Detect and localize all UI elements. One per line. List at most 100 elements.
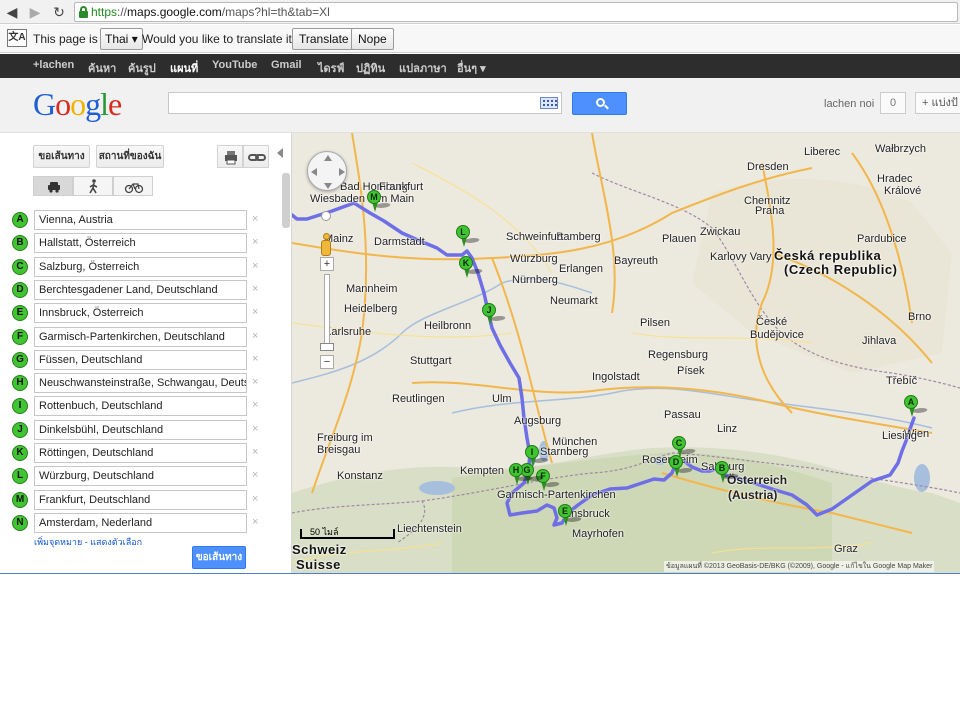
driving-mode-button[interactable] (33, 176, 73, 196)
gbar-item-drive[interactable]: ไดรฟ์ (318, 59, 344, 77)
share-button[interactable]: + แบ่งปั (915, 92, 960, 114)
waypoint-marker-icon[interactable]: E (12, 305, 28, 322)
gbar-item-youtube[interactable]: YouTube (212, 59, 257, 71)
map-canvas[interactable]: Wałbrzych Dresden Liberec Chemnitz Zwickau Pl… (292, 133, 960, 574)
waypoint-marker-icon[interactable]: N (12, 514, 28, 531)
gbar-item-more[interactable]: อื่นๆ ▾ (457, 59, 486, 77)
pegman-icon[interactable] (320, 233, 332, 257)
waypoint-marker-icon[interactable]: K (12, 445, 28, 461)
pan-down-icon[interactable] (324, 183, 332, 189)
waypoint-marker-icon[interactable]: D (12, 281, 28, 298)
get-directions-button[interactable]: ขอเส้นทาง (192, 546, 246, 569)
route-marker-i[interactable]: I (525, 445, 551, 467)
remove-waypoint-icon[interactable]: × (252, 423, 258, 435)
remove-waypoint-icon[interactable]: × (252, 306, 258, 318)
waypoint-marker-icon[interactable]: A (12, 212, 28, 228)
pan-up-icon[interactable] (324, 155, 332, 161)
waypoint-marker-icon[interactable]: L (12, 468, 28, 485)
waypoint-input[interactable]: Dinkelsbühl, Deutschland (34, 419, 247, 440)
remove-waypoint-icon[interactable]: × (252, 376, 258, 388)
remove-waypoint-icon[interactable]: × (252, 446, 258, 458)
tab-my-places[interactable]: สถานที่ของฉัน (96, 145, 164, 168)
route-marker-h[interactable]: H (509, 463, 535, 485)
google-logo[interactable]: Google (33, 86, 122, 123)
waypoint-input[interactable]: Hallstatt, Österreich (34, 233, 247, 254)
waypoint-marker-icon[interactable]: M (12, 491, 28, 508)
waypoint-input[interactable]: Röttingen, Deutschland (34, 443, 247, 463)
reload-icon[interactable]: ↻ (50, 3, 68, 21)
gbar-item-search[interactable]: ค้นหา (88, 59, 116, 77)
remove-waypoint-icon[interactable]: × (252, 469, 258, 481)
forward-arrow-icon[interactable]: ▶ (26, 3, 44, 21)
maps-search-input[interactable] (168, 92, 562, 114)
cycling-mode-button[interactable] (113, 176, 153, 196)
waypoint-input[interactable]: Vienna, Austria (34, 210, 247, 230)
waypoint-input[interactable]: Neuschwansteinstraße, Schwangau, Deutsch… (34, 373, 247, 394)
remove-waypoint-icon[interactable]: × (252, 283, 258, 295)
link-button[interactable] (243, 145, 269, 168)
waypoint-input[interactable]: Füssen, Deutschland (34, 349, 247, 370)
waypoint-input[interactable]: Innsbruck, Österreich (34, 303, 247, 324)
waypoint-marker-icon[interactable]: F (12, 328, 28, 345)
waypoint-marker-icon[interactable]: C (12, 258, 28, 275)
waypoint-marker-icon[interactable]: H (12, 375, 28, 392)
add-destination-link[interactable]: เพิ่มจุดหมาย - แสดงตัวเลือก (34, 535, 142, 549)
remove-waypoint-icon[interactable]: × (252, 236, 258, 248)
back-arrow-icon[interactable]: ◀ (3, 3, 21, 21)
waypoint-marker-icon[interactable]: B (12, 235, 28, 252)
route-marker-a[interactable]: A (904, 395, 930, 417)
language-select[interactable]: Thai ▾ (100, 28, 143, 50)
nope-button[interactable]: Nope (351, 28, 394, 50)
gbar-item-images[interactable]: ค้นรูป (128, 59, 156, 77)
collapse-panel-icon[interactable] (277, 148, 283, 158)
address-bar[interactable]: https://maps.google.com/maps?hl=th&tab=X… (74, 2, 958, 22)
remove-waypoint-icon[interactable]: × (252, 516, 258, 528)
remove-waypoint-icon[interactable]: × (252, 260, 258, 272)
location-icon[interactable] (321, 211, 331, 221)
remove-waypoint-icon[interactable]: × (252, 399, 258, 411)
gbar-item-maps[interactable]: แผนที่ (170, 59, 198, 77)
zoom-in-button[interactable]: + (320, 257, 334, 271)
remove-waypoint-icon[interactable]: × (252, 493, 258, 505)
route-marker-m[interactable]: M (367, 190, 393, 212)
walking-mode-button[interactable] (73, 176, 113, 196)
route-marker-b[interactable]: B (715, 461, 741, 483)
waypoint-input[interactable]: Salzburg, Österreich (34, 256, 247, 277)
translate-button[interactable]: Translate (292, 28, 356, 50)
remove-waypoint-icon[interactable]: × (252, 213, 258, 225)
route-marker-k[interactable]: K (459, 256, 485, 278)
waypoint-marker-icon[interactable]: G (12, 351, 28, 368)
waypoint-input[interactable]: Rottenbuch, Deutschland (34, 396, 247, 417)
keyboard-icon[interactable] (540, 97, 558, 109)
route-marker-j[interactable]: J (482, 303, 508, 325)
remove-waypoint-icon[interactable]: × (252, 353, 258, 365)
pan-control[interactable] (307, 151, 347, 191)
notification-count[interactable]: 0 (880, 92, 906, 114)
gbar-item-translate[interactable]: แปลภาษา (399, 59, 447, 77)
route-marker-d[interactable]: D (669, 455, 695, 477)
route-marker-e[interactable]: E (558, 504, 584, 526)
user-name[interactable]: lachen noi (824, 98, 874, 110)
waypoint-marker-icon[interactable]: J (12, 421, 28, 438)
pan-left-icon[interactable] (311, 168, 317, 176)
route-marker-l[interactable]: L (456, 225, 482, 247)
zoom-slider-handle[interactable] (320, 343, 334, 351)
gbar-item-calendar[interactable]: ปฏิทิน (356, 59, 385, 77)
waypoint-input[interactable]: Würzburg, Deutschland (34, 466, 247, 487)
search-button[interactable] (572, 92, 627, 115)
remove-waypoint-icon[interactable]: × (252, 330, 258, 342)
waypoint-input[interactable]: Frankfurt, Deutschland (34, 489, 247, 510)
gbar-item-plus[interactable]: +lachen (33, 59, 74, 71)
pan-right-icon[interactable] (339, 168, 345, 176)
panel-scrollbar[interactable] (282, 173, 290, 228)
print-button[interactable] (217, 145, 243, 168)
waypoint-marker-icon[interactable]: I (12, 398, 28, 415)
lock-icon (79, 6, 88, 18)
waypoint-input[interactable]: Amsterdam, Nederland (34, 512, 247, 533)
zoom-slider[interactable] (324, 274, 330, 346)
gbar-item-gmail[interactable]: Gmail (271, 59, 302, 71)
waypoint-input[interactable]: Garmisch-Partenkirchen, Deutschland (34, 326, 247, 347)
tab-directions[interactable]: ขอเส้นทาง (33, 145, 90, 168)
zoom-out-button[interactable]: − (320, 355, 334, 369)
waypoint-input[interactable]: Berchtesgadener Land, Deutschland (34, 279, 247, 300)
